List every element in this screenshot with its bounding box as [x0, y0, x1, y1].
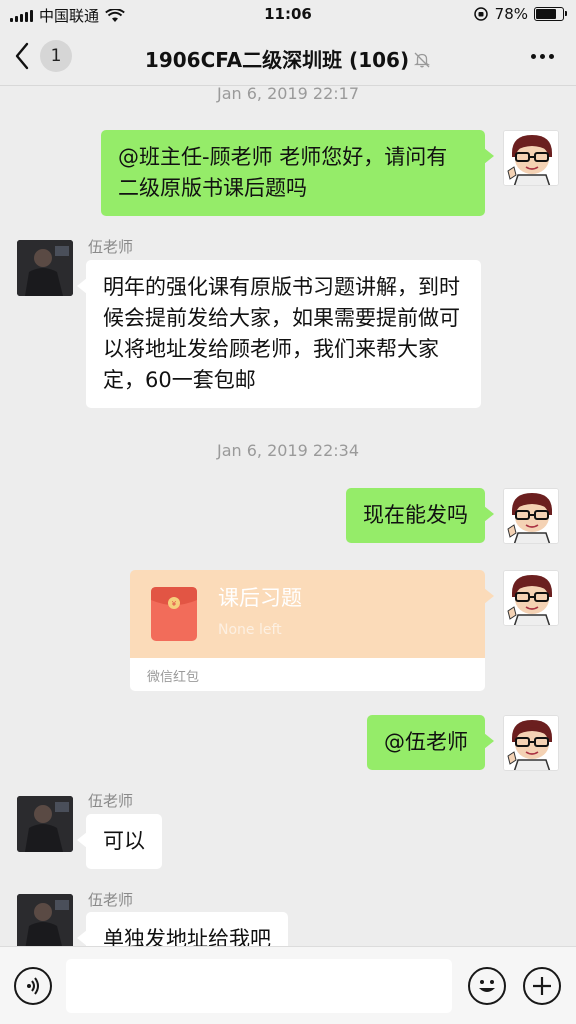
teacher-photo-icon — [17, 796, 73, 852]
message-input[interactable] — [66, 959, 452, 1013]
voice-button[interactable] — [14, 967, 52, 1005]
sender-name: 伍老师 — [88, 891, 134, 909]
battery-percent: 78% — [494, 5, 528, 23]
input-bar — [0, 946, 576, 1024]
red-packet-footer-bar: 微信红包 — [130, 658, 485, 691]
message-bubble-incoming[interactable]: 可以 — [77, 814, 162, 869]
emoji-icon — [479, 980, 495, 992]
svg-text:¥: ¥ — [172, 600, 177, 608]
red-packet-body: ¥ 课后习题 None left — [130, 570, 494, 658]
sender-name: 伍老师 — [88, 792, 134, 810]
orientation-lock-icon — [473, 7, 488, 21]
teacher-avatar[interactable] — [17, 894, 73, 946]
teacher-avatar[interactable] — [17, 240, 73, 296]
teacher-avatar[interactable] — [17, 796, 73, 852]
red-packet-card[interactable]: ¥ 课后习题 None left 微信红包 — [130, 570, 494, 691]
emoji-button[interactable] — [468, 967, 506, 1005]
timestamp: Jan 6, 2019 22:34 — [216, 441, 359, 460]
chat-messages[interactable]: Jan 6, 2019 22:17 @班主任-顾老师 老师您好，请问有二级原版书… — [0, 86, 576, 946]
message-bubble-incoming[interactable]: 明年的强化课有原版书习题讲解，到时候会提前发给大家，如果需要提前做可以将地址发给… — [77, 260, 481, 408]
cartoon-avatar-icon — [504, 131, 558, 185]
plus-icon — [533, 977, 551, 995]
cartoon-avatar-icon — [504, 716, 558, 770]
cartoon-avatar-icon — [504, 489, 558, 543]
cartoon-avatar-icon — [504, 571, 558, 625]
plus-button[interactable] — [523, 967, 561, 1005]
red-packet-title: 课后习题 — [218, 586, 302, 610]
battery-fill — [536, 9, 557, 19]
message-bubble-outgoing[interactable]: @伍老师 — [367, 715, 494, 770]
bell-muted-icon — [413, 52, 431, 68]
red-packet-status: None left — [218, 622, 282, 638]
message-bubble-outgoing[interactable]: @班主任-顾老师 老师您好，请问有二级原版书课后题吗 — [101, 130, 494, 216]
my-avatar[interactable] — [503, 488, 559, 544]
red-packet-footer: 微信红包 — [147, 670, 200, 685]
message-bubble-incoming[interactable]: 单独发地址给我吧 — [77, 912, 288, 946]
chat-title-wrap: 1906CFA二级深圳班 (106) — [0, 44, 576, 73]
my-avatar[interactable] — [503, 570, 559, 626]
message-bubble-outgoing[interactable]: 现在能发吗 — [346, 488, 494, 543]
more-dots-icon — [531, 54, 536, 59]
battery-icon — [534, 7, 567, 21]
teacher-photo-icon — [17, 894, 73, 946]
my-avatar[interactable] — [503, 130, 559, 186]
sender-name: 伍老师 — [88, 238, 134, 256]
nav-bar: 1 1906CFA二级深圳班 (106) — [0, 28, 576, 86]
my-avatar[interactable] — [503, 715, 559, 771]
voice-icon — [27, 977, 39, 995]
red-envelope-icon: ¥ — [151, 587, 197, 641]
status-right: 78% — [473, 5, 567, 23]
chat-title: 1906CFA二级深圳班 (106) — [144, 48, 410, 72]
status-bar: 中国联通 11:06 78% — [0, 0, 576, 28]
teacher-photo-icon — [17, 240, 73, 296]
more-options-button[interactable] — [531, 54, 554, 59]
timestamp: Jan 6, 2019 22:17 — [216, 86, 359, 103]
